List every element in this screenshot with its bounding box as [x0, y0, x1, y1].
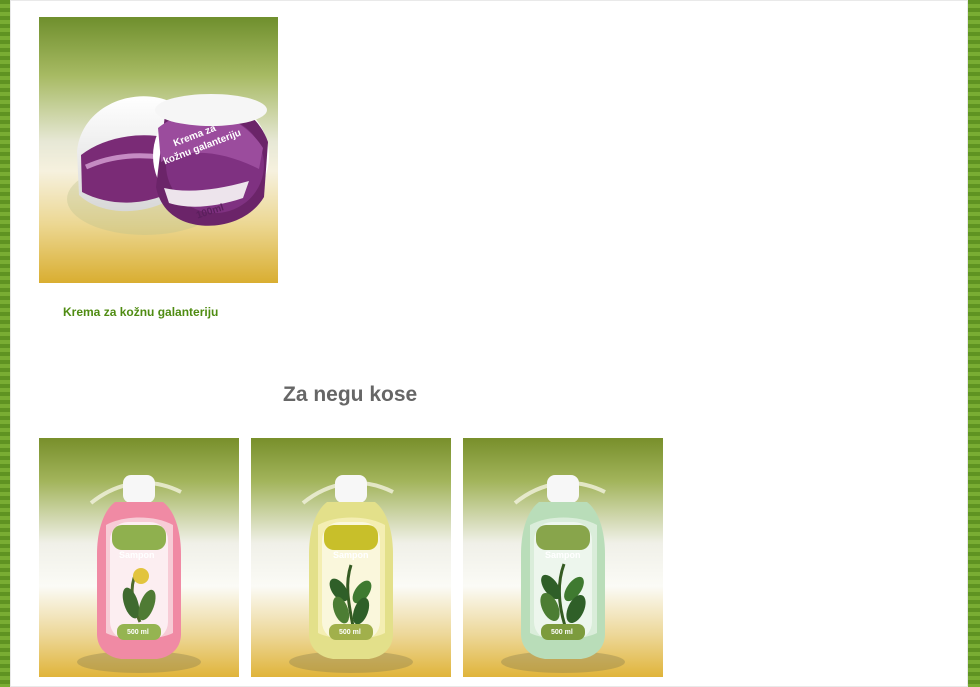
section-title-hair-care: Za negu kose [283, 383, 418, 407]
product-title-krema[interactable]: Krema za kožnu galanteriju [63, 305, 218, 319]
shampoo-label-2: Sampon [333, 550, 369, 560]
left-border-stripe [0, 0, 10, 687]
shampoo-volume-2: 500 ml [339, 629, 361, 636]
right-border-stripe [968, 0, 980, 687]
cream-jar-illustration [67, 94, 269, 235]
product-image-krema[interactable]: Krema za kožnu galanteriju 100ml [39, 17, 278, 283]
shampoo-volume-3: 500 ml [551, 629, 573, 636]
shampoo-label-3: Sampon [545, 550, 581, 560]
shampoo-thumb-2[interactable]: Sampon 500 ml [251, 438, 451, 677]
shampoo-thumb-1[interactable]: Sampon 500 ml [39, 438, 239, 677]
shampoo-volume-1: 500 ml [127, 629, 149, 636]
product-card-krema[interactable]: Krema za kožnu galanteriju 100ml Krema z… [39, 17, 279, 322]
shampoo-label-1: Sampon [119, 550, 155, 560]
shampoo-thumb-3[interactable]: Sampon 500 ml [463, 438, 663, 677]
